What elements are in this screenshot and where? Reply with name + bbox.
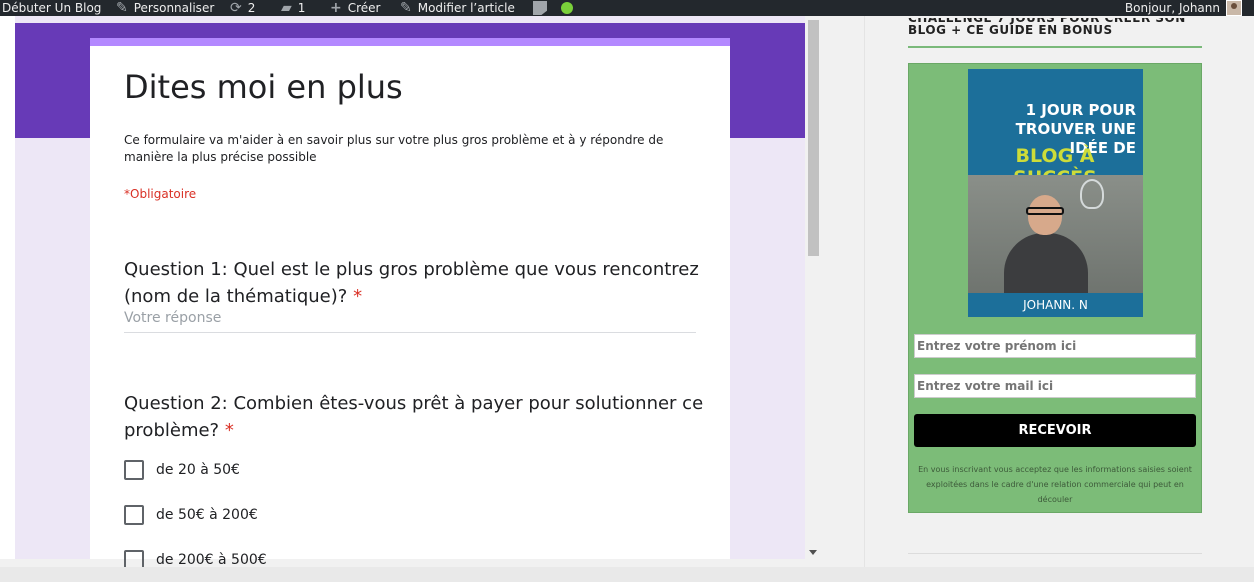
option-label: de 20 à 50€ [156, 462, 240, 478]
required-star: * [224, 420, 234, 441]
form-description: Ce formulaire va m'aider à en savoir plu… [124, 133, 664, 164]
bottom-bar [0, 567, 1254, 582]
lightbulb-icon [1080, 179, 1104, 209]
my-account-menu[interactable]: Bonjour, Johann [1125, 0, 1242, 16]
edit-label: Modifier l’article [417, 1, 515, 15]
required-star: * [353, 286, 363, 307]
question-2-label: Question 2: Combien êtes-vous prêt à pay… [124, 393, 704, 441]
option-label: de 200€ à 500€ [156, 552, 267, 568]
avatar [1226, 0, 1242, 16]
option-checkbox[interactable]: de 20 à 50€ [124, 460, 240, 480]
cover-author: JOHANN. N [968, 293, 1143, 317]
person-head [1028, 195, 1062, 235]
updates-link[interactable]: ⟳ 2 [230, 0, 255, 16]
legal-text: En vous inscrivant vous acceptez que les… [918, 465, 1192, 504]
pencil-icon: ✎ [400, 0, 412, 16]
required-note: *Obligatoire [124, 187, 197, 201]
divider [908, 553, 1202, 554]
updates-count: 2 [247, 1, 256, 15]
option-checkbox[interactable]: de 50€ à 200€ [124, 505, 258, 525]
yoast-icon [533, 1, 547, 15]
form-title: Dites moi en plus [124, 68, 403, 106]
seo-score [561, 0, 573, 16]
frame-scrollbar[interactable] [805, 16, 822, 559]
site-name-link[interactable]: Débuter Un Blog [2, 0, 101, 16]
question-1: Question 1: Quel est le plus gros problè… [124, 256, 704, 310]
widget-title: CHALLENGE 7 JOURS POUR CRÉER SON BLOG + … [908, 18, 1202, 48]
ebook-cover: 1 JOUR POUR TROUVER UNE IDÉE DE BLOG À S… [968, 69, 1143, 317]
email-input[interactable] [914, 374, 1196, 398]
comments-link[interactable]: ▰ 1 [281, 0, 305, 16]
admin-bar: Débuter Un Blog ✎ Personnaliser ⟳ 2 ▰ 1 … [0, 0, 1254, 16]
frame-margin [0, 16, 15, 559]
customize-label: Personnaliser [133, 1, 215, 15]
firstname-input[interactable] [914, 334, 1196, 358]
glasses-icon [1026, 207, 1064, 215]
question-1-label: Question 1: Quel est le plus gros problè… [124, 259, 699, 307]
question-1-answer-input[interactable]: Votre réponse [124, 310, 696, 333]
question-2: Question 2: Combien êtes-vous prêt à pay… [124, 390, 704, 444]
seo-status-dot-icon [561, 2, 573, 14]
scroll-down-arrow-icon[interactable] [809, 550, 817, 555]
greeting-label: Bonjour, Johann [1124, 1, 1220, 15]
submit-button[interactable]: RECEVOIR [914, 414, 1196, 447]
new-content-link[interactable]: + Créer [330, 0, 380, 16]
refresh-icon: ⟳ [230, 0, 242, 16]
new-label: Créer [347, 1, 381, 15]
cover-photo [968, 175, 1143, 297]
brush-icon: ✎ [116, 0, 128, 16]
comment-icon: ▰ [281, 0, 292, 16]
widget-title-text: CHALLENGE 7 JOURS POUR CRÉER SON BLOG + … [908, 18, 1186, 37]
person-body [1004, 233, 1088, 297]
customize-link[interactable]: ✎ Personnaliser [116, 0, 214, 16]
scrollbar-thumb[interactable] [808, 20, 819, 256]
checkbox-icon[interactable] [124, 505, 144, 525]
checkbox-icon[interactable] [124, 460, 144, 480]
site-name-label: Débuter Un Blog [2, 1, 102, 15]
yoast-seo-menu[interactable] [533, 0, 547, 16]
option-label: de 50€ à 200€ [156, 507, 258, 523]
edit-post-link[interactable]: ✎ Modifier l’article [400, 0, 515, 16]
comments-count: 1 [297, 1, 306, 15]
plus-icon: + [330, 0, 342, 16]
